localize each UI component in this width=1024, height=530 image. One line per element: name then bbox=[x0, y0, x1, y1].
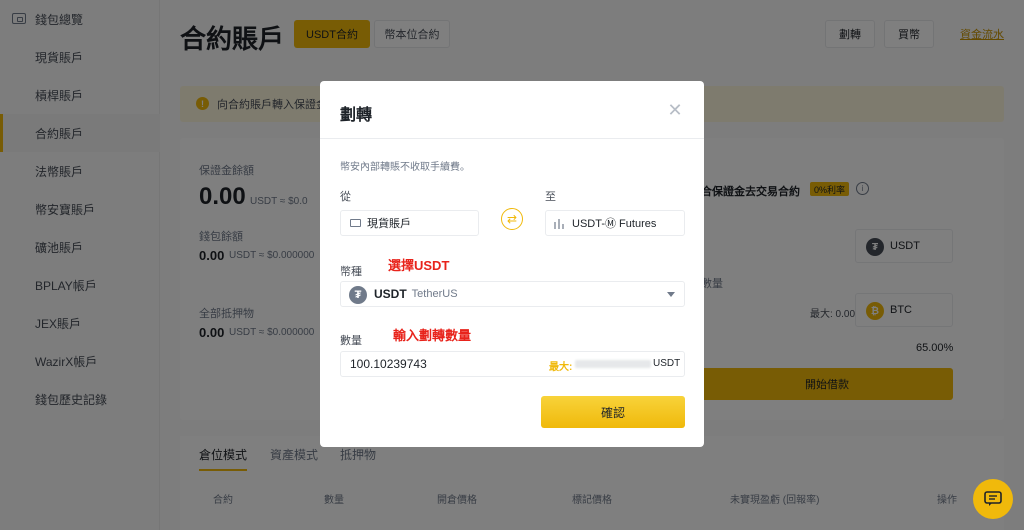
to-account-select[interactable]: USDT-Ⓜ Futures bbox=[545, 210, 685, 236]
chevron-down-icon bbox=[667, 292, 675, 297]
amount-unit: USDT bbox=[653, 358, 681, 369]
from-account-value: 現貨賬戶 bbox=[367, 218, 411, 230]
amount-value: 100.10239743 bbox=[350, 357, 427, 371]
confirm-button[interactable]: 確認 bbox=[541, 396, 685, 428]
coin-symbol: USDT bbox=[374, 287, 407, 301]
amount-annotation: 輸入劃轉數量 bbox=[393, 328, 472, 343]
max-label[interactable]: 最大: bbox=[549, 358, 572, 373]
coin-name: TetherUS bbox=[411, 288, 458, 300]
coin-select[interactable]: ₮ USDT TetherUS bbox=[340, 281, 685, 307]
coin-label: 幣種 bbox=[340, 266, 362, 278]
swap-icon[interactable]: ⇄ bbox=[501, 208, 523, 230]
tether-icon: ₮ bbox=[349, 286, 367, 304]
coin-annotation: 選擇USDT bbox=[388, 258, 450, 273]
chat-button[interactable] bbox=[973, 479, 1013, 519]
fee-note: 幣安內部轉賬不收取手續費。 bbox=[340, 162, 470, 173]
futures-icon bbox=[554, 219, 564, 229]
from-account-select[interactable]: 現貨賬戶 bbox=[340, 210, 479, 236]
chat-icon bbox=[984, 491, 1002, 506]
modal-title: 劃轉 bbox=[340, 107, 373, 124]
transfer-modal: 劃轉 ✕ 幣安內部轉賬不收取手續費。 從 現貨賬戶 ⇄ 至 USDT-Ⓜ Fut… bbox=[320, 81, 704, 447]
amount-label: 數量 bbox=[340, 335, 362, 347]
to-account-value: USDT-Ⓜ Futures bbox=[572, 218, 657, 230]
wallet-icon bbox=[350, 219, 361, 227]
close-icon[interactable]: ✕ bbox=[667, 101, 683, 119]
from-label: 從 bbox=[340, 191, 351, 203]
max-value-blurred bbox=[575, 360, 651, 368]
divider bbox=[320, 138, 704, 139]
to-label: 至 bbox=[545, 191, 556, 203]
